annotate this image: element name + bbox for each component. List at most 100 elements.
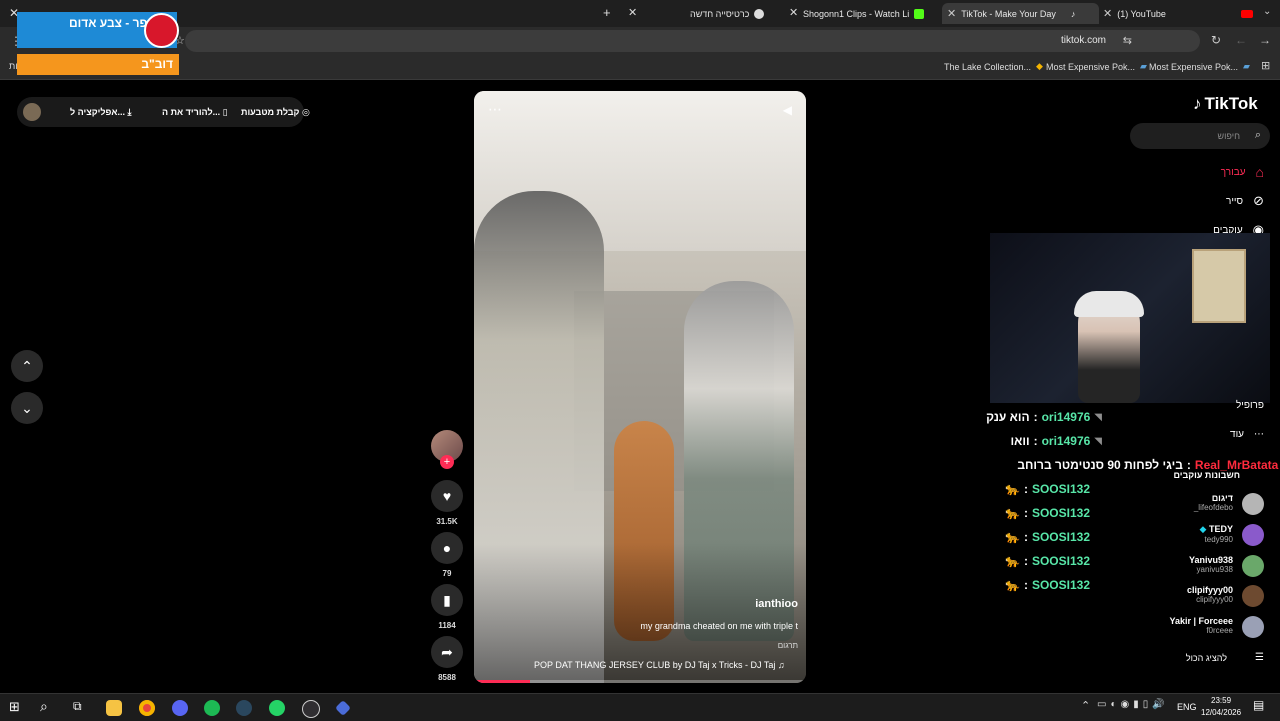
follow-plus-icon[interactable]: + <box>440 455 454 469</box>
followed-account-name: Yakir | Forceee <box>1169 616 1233 626</box>
omnibox[interactable]: tiktok.com ⇆ <box>185 30 1200 52</box>
tray-chevron-icon[interactable]: ⌃ <box>1081 699 1090 712</box>
followed-account-avatar[interactable] <box>1242 616 1264 638</box>
clock-date[interactable]: 12/04/2026 <box>1201 708 1241 717</box>
followed-account-avatar[interactable] <box>1242 585 1264 607</box>
language-indicator[interactable]: ENG <box>1177 702 1197 712</box>
windows-start-icon[interactable]: ⊞ <box>9 699 20 715</box>
tab-new-tab[interactable]: כרטיסייה חדשה <box>690 3 780 24</box>
tab-search-icon[interactable]: ⌄ <box>1263 6 1271 17</box>
search-input[interactable]: חיפוש ⌕ <box>1130 123 1270 149</box>
nav-explore[interactable]: סייר ⊘ <box>1226 193 1264 209</box>
share-count: 8588 <box>438 673 456 682</box>
like-action[interactable]: ♥ 31.5K <box>431 480 463 526</box>
nav-profile[interactable]: פרופיל <box>1236 400 1264 411</box>
volume-icon[interactable]: ◀ <box>783 103 792 117</box>
share-icon[interactable]: ➦ <box>431 636 463 668</box>
see-all-link[interactable]: להציג הכול ☰ <box>1186 652 1264 663</box>
followed-account[interactable]: Yakir | Forceee f0rceee <box>1169 616 1233 635</box>
followed-account-avatar[interactable] <box>1242 524 1264 546</box>
comment-icon[interactable]: ● <box>431 532 463 564</box>
pokemon-icon: ▰ <box>1243 61 1250 71</box>
steam-icon[interactable] <box>236 700 252 716</box>
tab-tiktok[interactable]: ✕ TikTok - Make Your Day ♪ <box>942 3 1099 24</box>
download-link[interactable]: להוריד את ה... ▯ <box>162 107 228 118</box>
heart-icon[interactable]: ♥ <box>431 480 463 512</box>
new-tab-button[interactable]: + <box>603 5 611 20</box>
whatsapp-icon[interactable] <box>269 700 285 716</box>
chat-message: 🐆 : SOOSI132 <box>1005 578 1090 592</box>
nav-more[interactable]: עוד ⋯ <box>1230 429 1264 440</box>
apps-grid-icon[interactable]: ⊞ <box>1261 59 1270 72</box>
user-avatar[interactable] <box>23 103 41 121</box>
followed-account[interactable]: דיגום _lifeofdebo <box>1194 493 1233 512</box>
app-icon[interactable] <box>335 700 351 716</box>
task-view-icon[interactable]: ⧉ <box>73 699 82 714</box>
discord-icon[interactable] <box>172 700 188 716</box>
back-icon[interactable]: → <box>1259 33 1271 47</box>
streamer-webcam <box>990 233 1270 403</box>
followed-account[interactable]: clipifyyy00 clipifyyy00 <box>1187 585 1233 604</box>
followed-account-name-text: TEDY <box>1208 524 1233 534</box>
previous-video-button[interactable]: ⌃ <box>11 350 43 382</box>
bookmark-item[interactable]: The Lake Collection... ◆ <box>944 61 1043 72</box>
followed-account-handle: yanivu938 <box>1196 565 1233 574</box>
nav-for-you[interactable]: עבורך ⌂ <box>1221 164 1264 180</box>
tiktok-icon: ♪ <box>1070 8 1076 19</box>
chat-username: SOOSI132 <box>1031 554 1090 568</box>
tab-kick-clips[interactable]: Shogonn1 Clips - Watch Li <box>803 3 933 24</box>
bookmark-icon[interactable]: ▮ <box>431 584 463 616</box>
notification-icon[interactable]: ▤ <box>1253 698 1264 712</box>
tab-close-icon[interactable]: ✕ <box>947 7 956 20</box>
video-music[interactable]: POP DAT THANG JERSEY CLUB by DJ Taj x Tr… <box>534 660 785 670</box>
forward-icon[interactable]: ← <box>1235 33 1247 47</box>
share-action[interactable]: ➦ 8588 <box>431 636 463 682</box>
tab-close-icon[interactable]: ✕ <box>1103 7 1112 20</box>
download-icon: ⤓ <box>127 107 132 117</box>
obs-icon[interactable] <box>302 700 320 718</box>
url-text[interactable]: tiktok.com <box>1061 35 1106 46</box>
get-coins-link[interactable]: קבלת מטבעות ◎ <box>241 107 310 118</box>
top-actions-pill: אפליקציה ל... ⤓ להוריד את ה... ▯ קבלת מט… <box>17 97 310 127</box>
tab-close-icon[interactable]: ✕ <box>628 6 637 19</box>
next-video-button[interactable]: ⌄ <box>11 392 43 424</box>
chat-text: וואו <box>1010 434 1030 448</box>
followed-account-avatar[interactable] <box>1242 555 1264 577</box>
tab-youtube[interactable]: ✕ (1) YouTube <box>1103 3 1253 24</box>
get-app-link[interactable]: אפליקציה ל... ⤓ <box>70 107 132 118</box>
chrome-icon <box>754 8 765 19</box>
tray-icons[interactable]: ▭◐◉▮▯🔊 <box>1097 699 1169 710</box>
file-explorer-icon[interactable] <box>106 700 122 716</box>
chat-message: 🐆 : SOOSI132 <box>1005 506 1090 520</box>
spokesperson-text: דוב"ב <box>141 57 173 71</box>
bookmark-item[interactable]: Most Expensive Pok... ▰ <box>1149 61 1250 72</box>
clock-time[interactable]: 23:59 <box>1211 696 1231 705</box>
reload-icon[interactable]: ↻ <box>1211 33 1221 47</box>
chrome-icon[interactable] <box>139 700 155 716</box>
spotify-icon[interactable] <box>204 700 220 716</box>
followed-account-name: clipifyyy00 <box>1186 585 1233 595</box>
diamond-icon: ◆ <box>1036 61 1043 71</box>
get-app-label: אפליקציה ל... <box>70 107 126 117</box>
more-options-icon[interactable]: ⋯ <box>488 101 502 118</box>
save-action[interactable]: ▮ 1184 <box>431 584 463 630</box>
video-author[interactable]: ianthioo <box>755 598 798 610</box>
video-player[interactable]: ⋯ ◀ ianthioo my grandma cheated on me wi… <box>474 91 806 683</box>
chat-message: 🐆 : SOOSI132 <box>1005 554 1090 568</box>
chat-badge-icon: ◥ <box>1094 435 1102 447</box>
bookmark-item[interactable]: Most Expensive Pok... ▰ <box>1046 61 1147 72</box>
search-icon[interactable]: ⌕ <box>40 698 48 715</box>
video-caption: my grandma cheated on me with triple t <box>640 621 798 631</box>
search-icon[interactable]: ⌕ <box>1255 129 1261 142</box>
translate-link[interactable]: תרגום <box>778 641 798 650</box>
followed-account-avatar[interactable] <box>1242 493 1264 515</box>
chat-username: SOOSI132 <box>1031 578 1090 592</box>
site-settings-icon[interactable]: ⇆ <box>1123 34 1132 47</box>
followed-account[interactable]: ◆ TEDY tedy990 <box>1200 524 1233 544</box>
comment-action[interactable]: ● 79 <box>431 532 463 578</box>
tiktok-logo[interactable]: ♪ TikTok <box>1193 94 1258 114</box>
browser-tab-bar: ✕ + ✕ כרטיסייה חדשה ✕ Shogonn1 Clips - W… <box>0 0 1280 27</box>
red-alert-logo <box>144 13 179 48</box>
followed-account[interactable]: Yanivu938 yanivu938 <box>1189 555 1233 574</box>
tab-close-icon[interactable]: ✕ <box>789 6 798 19</box>
